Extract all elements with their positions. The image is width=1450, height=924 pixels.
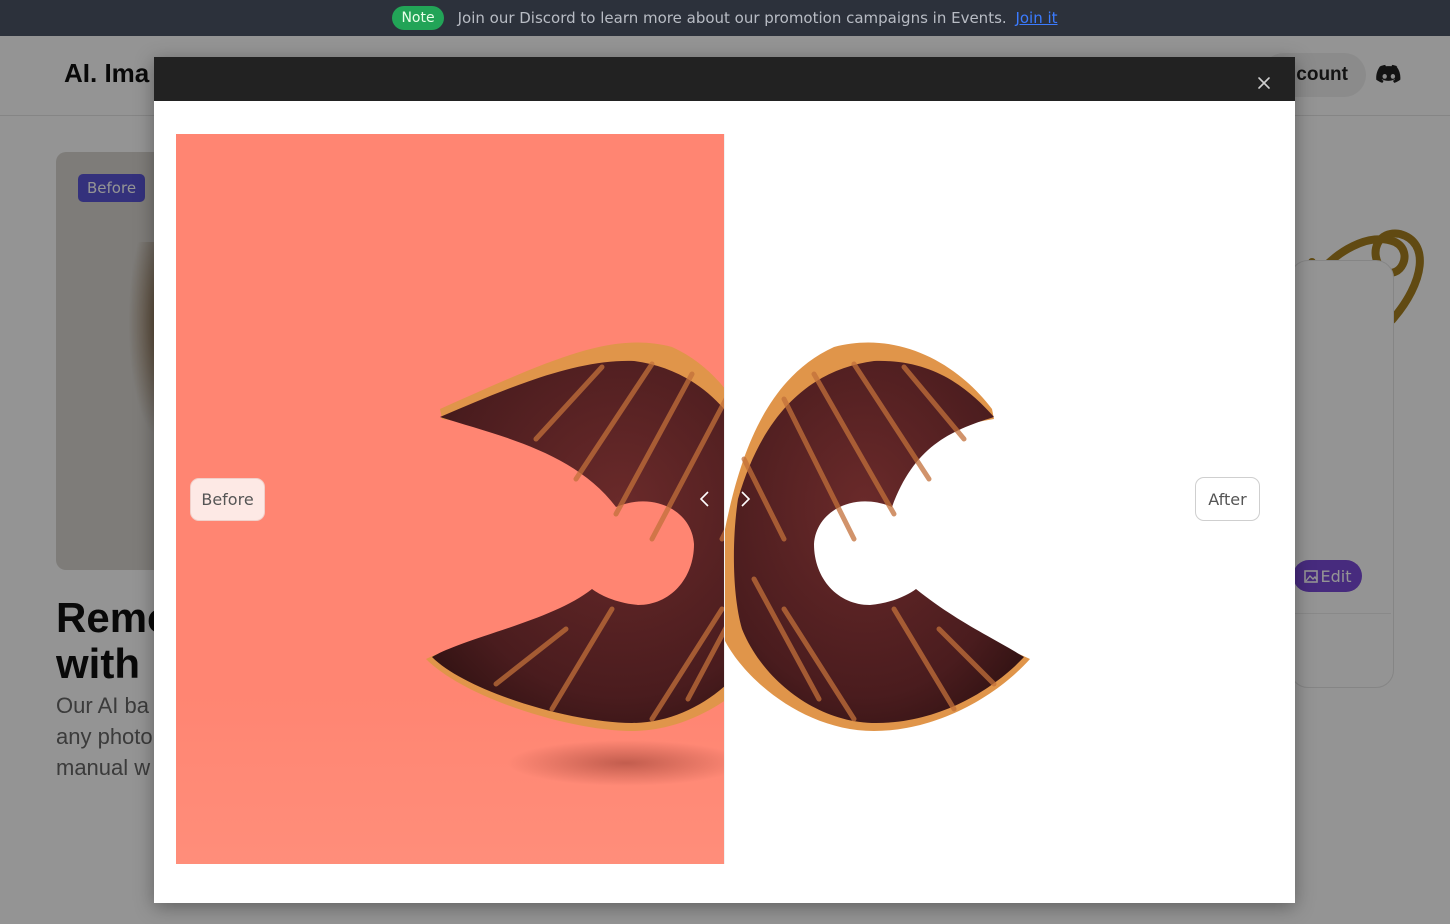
donut-image bbox=[426, 342, 724, 731]
chevron-right-icon[interactable] bbox=[738, 490, 752, 508]
join-discord-link[interactable]: Join it bbox=[1015, 9, 1057, 27]
announcement-text: Join our Discord to learn more about our… bbox=[457, 9, 1058, 27]
note-badge: Note bbox=[392, 6, 444, 30]
before-after-slider[interactable]: Before After bbox=[176, 134, 1274, 864]
slider-divider[interactable] bbox=[724, 134, 725, 864]
announcement-bar: Note Join our Discord to learn more abou… bbox=[0, 0, 1450, 36]
after-image bbox=[724, 342, 1030, 731]
modal-header bbox=[154, 57, 1295, 101]
close-icon[interactable] bbox=[1254, 73, 1274, 93]
after-label: After bbox=[1195, 477, 1260, 521]
chevron-left-icon[interactable] bbox=[698, 490, 712, 508]
before-label: Before bbox=[190, 478, 265, 521]
comparison-modal: Before After bbox=[154, 57, 1295, 903]
